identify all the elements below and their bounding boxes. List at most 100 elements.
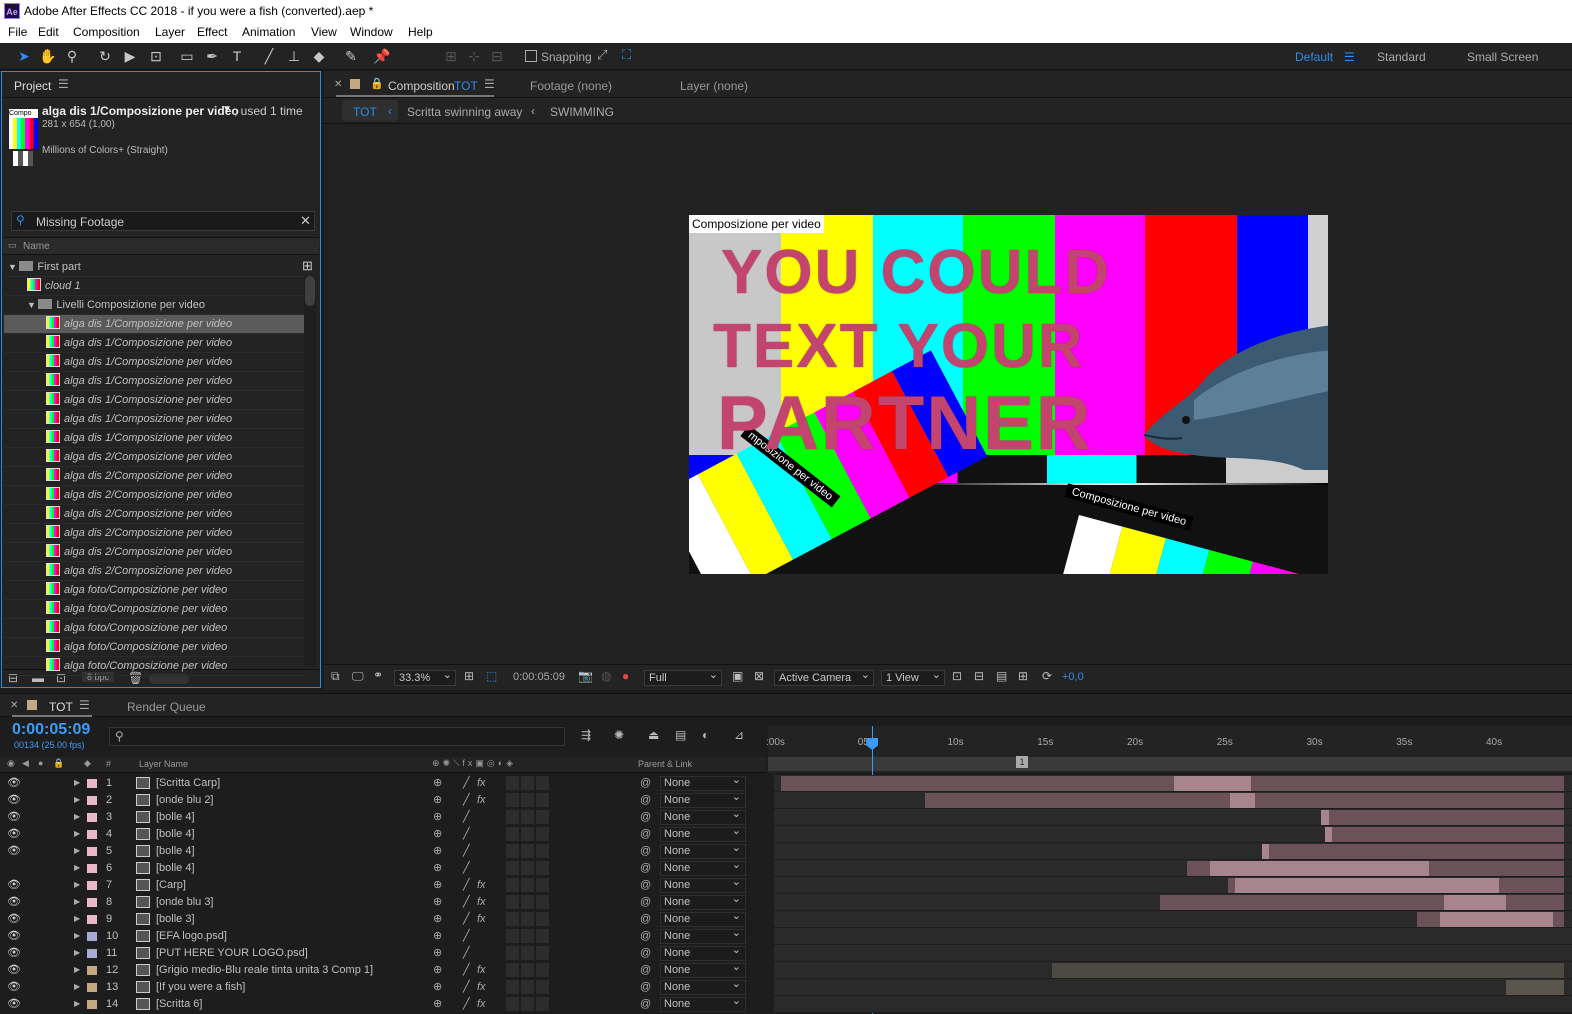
quality-switch-icon[interactable]: ╱: [463, 860, 470, 876]
project-comp-row[interactable]: alga dis 1/Composizione per video: [4, 353, 304, 372]
fx-switch-icon[interactable]: fx: [477, 979, 486, 995]
parent-dropdown[interactable]: None: [660, 808, 746, 825]
shy-switch-icon[interactable]: ⊕: [433, 809, 442, 825]
layer-duration-bar[interactable]: [781, 776, 1564, 791]
grid-guides-icon[interactable]: ⊞: [464, 669, 474, 683]
layer-track[interactable]: [774, 945, 1572, 962]
layer-duration-bar[interactable]: [1262, 844, 1564, 859]
monitor-icon[interactable]: 🖵: [352, 669, 364, 684]
clear-search-icon[interactable]: ✕: [300, 213, 311, 229]
layer-label-color[interactable]: [87, 966, 97, 975]
menu-file[interactable]: File: [8, 25, 27, 39]
roto-brush-tool-icon[interactable]: ✎: [341, 47, 361, 66]
quality-switch-icon[interactable]: ╱: [463, 996, 470, 1012]
expand-layer-icon[interactable]: ▶: [74, 877, 80, 893]
quality-switch-icon[interactable]: ╱: [463, 894, 470, 910]
composition-tab-label[interactable]: Composition: [388, 79, 455, 93]
parent-link-column[interactable]: Parent & Link: [638, 759, 692, 769]
expand-layer-icon[interactable]: ▶: [74, 928, 80, 944]
layer-track[interactable]: [774, 809, 1572, 826]
shy-switch-icon[interactable]: ⊕: [433, 979, 442, 995]
timeline-panel-menu-icon[interactable]: ☰: [79, 698, 90, 712]
breadcrumb-scritta[interactable]: Scritta swinning away: [407, 105, 522, 119]
layer-name[interactable]: [EFA logo.psd]: [156, 928, 426, 944]
frame-blending-icon[interactable]: ▤: [675, 728, 686, 742]
layer-switch-cells[interactable]: [506, 997, 550, 1011]
layer-visible-segment[interactable]: [1443, 895, 1507, 910]
video-toggle-icon[interactable]: ◉: [7, 758, 15, 769]
menu-effect[interactable]: Effect: [197, 25, 227, 39]
expand-layer-icon[interactable]: ▶: [74, 843, 80, 859]
expand-layer-icon[interactable]: ▶: [74, 911, 80, 927]
fx-switch-icon[interactable]: fx: [477, 792, 486, 808]
fx-switch-icon[interactable]: fx: [477, 877, 486, 893]
layer-label-color[interactable]: [87, 1000, 97, 1009]
pickwhip-icon[interactable]: @: [640, 962, 651, 978]
expand-layer-icon[interactable]: ▶: [74, 809, 80, 825]
label-column-icon[interactable]: ◆: [84, 758, 91, 769]
toggle-pixel-aspect-icon[interactable]: ⊡: [952, 669, 962, 683]
layer-track[interactable]: [774, 894, 1572, 911]
layer-switch-cells[interactable]: [506, 929, 550, 943]
pickwhip-icon[interactable]: @: [640, 792, 651, 808]
layer-label-color[interactable]: [87, 847, 97, 856]
pickwhip-icon[interactable]: @: [640, 843, 651, 859]
layer-visible-segment[interactable]: [1174, 776, 1252, 791]
snapping-checkbox[interactable]: [525, 50, 537, 62]
composition-canvas[interactable]: Composizione per video mposizione per vi…: [689, 215, 1328, 574]
visibility-eye-icon[interactable]: 👁: [7, 928, 21, 944]
menu-layer[interactable]: Layer: [155, 25, 185, 39]
layer-visible-segment[interactable]: [1262, 844, 1270, 859]
layer-track[interactable]: [774, 843, 1572, 860]
layer-visible-segment[interactable]: [1229, 793, 1256, 808]
expand-layer-icon[interactable]: ▶: [74, 979, 80, 995]
menu-help[interactable]: Help: [408, 25, 433, 39]
layer-switch-cells[interactable]: [506, 946, 550, 960]
layer-switch-cells[interactable]: [506, 912, 550, 926]
rotation-tool-icon[interactable]: ↻: [95, 47, 115, 66]
resolution-dropdown[interactable]: Full: [644, 668, 722, 686]
visibility-eye-icon[interactable]: 👁: [7, 911, 21, 927]
layer-row[interactable]: 👁 ▶ 5 [bolle 4] ⊕ ╱ @ None: [0, 842, 766, 860]
project-comp-row[interactable]: alga dis 2/Composizione per video: [4, 543, 304, 562]
layer-duration-bar[interactable]: [1506, 980, 1564, 995]
snap-options-icon[interactable]: ⤢: [597, 47, 607, 63]
visibility-eye-icon[interactable]: 👁: [7, 979, 21, 995]
snap-feature-icon[interactable]: ⛶: [622, 47, 631, 63]
expand-layer-icon[interactable]: ▶: [74, 945, 80, 961]
layer-row[interactable]: 👁 ▶ 11 [PUT HERE YOUR LOGO.psd] ⊕ ╱ @ None: [0, 944, 766, 962]
lock-toggle-icon[interactable]: 🔒: [53, 758, 64, 769]
quality-switch-icon[interactable]: ╱: [463, 826, 470, 842]
render-queue-tab[interactable]: Render Queue: [127, 700, 206, 714]
project-search-input[interactable]: ⚲ Missing Footage ✕: [11, 211, 315, 231]
shy-switch-icon[interactable]: ⊕: [433, 775, 442, 791]
layer-row[interactable]: 👁 ▶ 3 [bolle 4] ⊕ ╱ @ None: [0, 808, 766, 826]
expand-arrow-icon[interactable]: ▼: [27, 300, 38, 310]
parent-dropdown[interactable]: None: [660, 876, 746, 893]
parent-dropdown[interactable]: None: [660, 774, 746, 791]
lock-icon[interactable]: 🔒: [370, 77, 384, 90]
visibility-eye-icon[interactable]: 👁: [7, 809, 21, 825]
menu-composition[interactable]: Composition: [73, 25, 140, 39]
parent-dropdown[interactable]: None: [660, 961, 746, 978]
quality-switch-icon[interactable]: ╱: [463, 792, 470, 808]
quality-switch-icon[interactable]: ╱: [463, 877, 470, 893]
visibility-eye-icon[interactable]: 👁: [7, 775, 21, 791]
switches-column-icons[interactable]: ⊕✺⟍fx▣◎◐◈: [432, 758, 516, 769]
shy-layers-icon[interactable]: ⏏: [648, 728, 659, 742]
parent-dropdown[interactable]: None: [660, 791, 746, 808]
expand-layer-icon[interactable]: ▶: [74, 826, 80, 842]
layer-name[interactable]: [bolle 4]: [156, 826, 426, 842]
layer-name[interactable]: [bolle 3]: [156, 911, 426, 927]
fast-previews-icon[interactable]: ⊟: [974, 669, 984, 683]
project-comp-row[interactable]: alga dis 2/Composizione per video: [4, 524, 304, 543]
project-comp-row[interactable]: alga dis 2/Composizione per video: [4, 486, 304, 505]
fx-switch-icon[interactable]: fx: [477, 996, 486, 1012]
project-comp-row[interactable]: alga dis 1/Composizione per video: [4, 429, 304, 448]
menu-window[interactable]: Window: [350, 25, 393, 39]
quality-switch-icon[interactable]: ╱: [463, 928, 470, 944]
layer-name[interactable]: [bolle 4]: [156, 843, 426, 859]
flowchart-icon[interactable]: ⊞: [1018, 669, 1028, 683]
layer-row[interactable]: 👁 ▶ 4 [bolle 4] ⊕ ╱ @ None: [0, 825, 766, 843]
close-tab-icon[interactable]: ✕: [334, 79, 342, 90]
